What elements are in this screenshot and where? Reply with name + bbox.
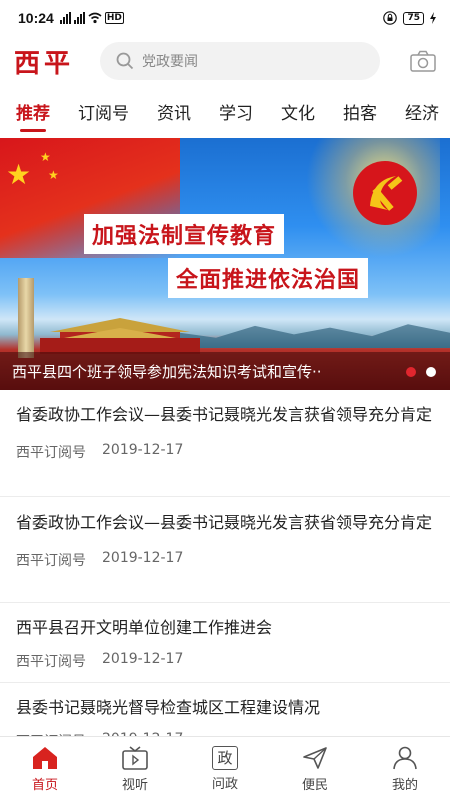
list-item[interactable]: 西平县召开文明单位创建工作推进会 西平订阅号 2019-12-17 [0, 603, 450, 683]
article-date: 2019-12-17 [102, 550, 184, 566]
tab-economy[interactable]: 经济 [405, 92, 439, 136]
tv-icon [121, 745, 149, 771]
article-meta: 西平订阅号 2019-12-17 [16, 442, 434, 462]
lock-icon [383, 11, 398, 25]
signal-icon [59, 12, 71, 24]
huabiao-column [18, 278, 34, 358]
tab-culture[interactable]: 文化 [281, 92, 315, 136]
featured-banner[interactable]: ★ ★ ★ 加强法制宣传教育 全面推进依法治国 西平县四个班子领导参加宪法知识考… [0, 138, 450, 390]
star-icon: ★ [40, 150, 51, 164]
tab-subscriptions[interactable]: 订阅号 [78, 92, 129, 136]
app-logo: 西平 [14, 48, 75, 79]
user-icon [391, 745, 419, 771]
article-title: 西平县召开文明单位创建工作推进会 [16, 618, 273, 637]
search-icon [116, 52, 134, 70]
status-time: 10:24 [18, 10, 54, 26]
category-tabs: 推荐 订阅号 资讯 学习 文化 拍客 经济 [0, 92, 450, 136]
star-icon: ★ [48, 168, 59, 182]
tab-news[interactable]: 资讯 [157, 92, 191, 136]
nav-home-label: 首页 [31, 777, 58, 793]
camera-icon [410, 50, 436, 72]
banner-slogan-2: 全面推进依法治国 [168, 258, 369, 298]
banner-caption: 西平县四个班子领导参加宪法知识考试和宣传·· [12, 362, 322, 381]
hd-icon: HD [104, 12, 124, 24]
nav-media[interactable]: 视听 [90, 737, 180, 800]
article-title: 省委政协工作会议—县委书记聂晓光发言获省领导充分肯定 [16, 405, 433, 424]
charging-icon [430, 12, 436, 24]
article-meta: 西平订阅号 2019-12-17 [16, 651, 434, 671]
list-item[interactable]: 省委政协工作会议—县委书记聂晓光发言获省领导充分肯定 西平订阅号 2019-12… [0, 497, 450, 603]
app-header: 西平 党政要闻 [0, 38, 450, 84]
tiananmen-graphic [40, 318, 200, 354]
article-source: 西平订阅号 [16, 445, 86, 461]
politics-icon-text: 政 [217, 749, 233, 767]
search-placeholder: 党政要闻 [142, 54, 198, 70]
carousel-dot-active[interactable] [406, 367, 416, 377]
politics-icon: 政 [212, 745, 238, 770]
star-icon: ★ [6, 158, 32, 191]
bottom-navigation: 首页 视听 政 问政 便民 我的 [0, 736, 450, 800]
list-item[interactable]: 县委书记聂晓光督导检查城区工程建设情况 西平订阅号 2019-12-17 [0, 683, 450, 750]
nav-home[interactable]: 首页 [0, 737, 90, 800]
carousel-indicator [406, 367, 436, 377]
wifi-icon [88, 12, 102, 24]
camera-button[interactable] [410, 50, 436, 72]
send-icon [301, 745, 329, 771]
list-item[interactable]: 省委政协工作会议—县委书记聂晓光发言获省领导充分肯定 西平订阅号 2019-12… [0, 392, 450, 497]
tab-recommend[interactable]: 推荐 [16, 92, 50, 136]
carousel-dot[interactable] [426, 367, 436, 377]
home-icon [31, 745, 59, 771]
article-title: 省委政协工作会议—县委书记聂晓光发言获省领导充分肯定 [16, 513, 433, 532]
signal-icon-2 [73, 12, 85, 24]
banner-slogan-1: 加强法制宣传教育 [84, 214, 285, 254]
nav-media-label: 视听 [121, 777, 148, 793]
article-meta: 西平订阅号 2019-12-17 [16, 550, 434, 570]
search-bar[interactable]: 党政要闻 [100, 42, 380, 80]
banner-caption-bar: 西平县四个班子领导参加宪法知识考试和宣传·· [0, 352, 450, 390]
status-bar: 10:24 HD 75 [0, 0, 450, 36]
nav-politics-label: 问政 [211, 776, 238, 792]
article-source: 西平订阅号 [16, 553, 86, 569]
article-date: 2019-12-17 [102, 651, 184, 667]
nav-profile-label: 我的 [391, 777, 418, 793]
nav-services[interactable]: 便民 [270, 737, 360, 800]
article-source: 西平订阅号 [16, 654, 86, 670]
nav-services-label: 便民 [301, 777, 328, 793]
nav-politics[interactable]: 政 问政 [180, 737, 270, 800]
nav-profile[interactable]: 我的 [360, 737, 450, 800]
tab-study[interactable]: 学习 [219, 92, 253, 136]
article-list: 省委政协工作会议—县委书记聂晓光发言获省领导充分肯定 西平订阅号 2019-12… [0, 392, 450, 750]
tab-photo[interactable]: 拍客 [343, 92, 377, 136]
article-title: 县委书记聂晓光督导检查城区工程建设情况 [16, 698, 321, 717]
article-date: 2019-12-17 [102, 442, 184, 458]
battery-indicator: 75 [403, 11, 424, 25]
party-emblem-icon [353, 161, 417, 225]
signal-icons: HD [59, 12, 124, 24]
